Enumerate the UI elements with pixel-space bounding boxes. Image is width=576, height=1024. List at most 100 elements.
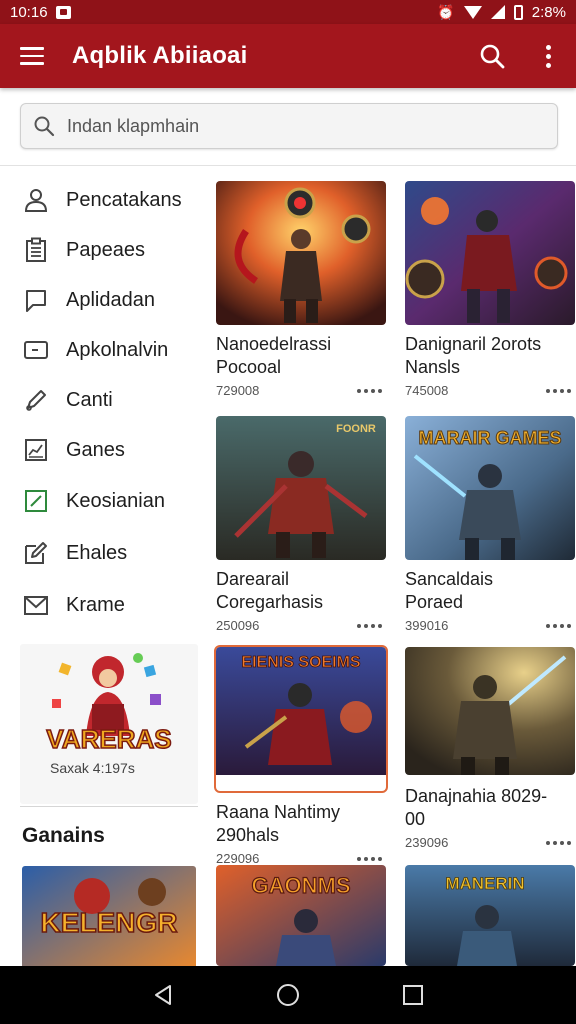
sidebar-item-label: Krame [66, 593, 125, 616]
menu-button[interactable] [0, 24, 64, 88]
promo-label: Saxak 4:197s [50, 760, 135, 776]
signal-icon [490, 5, 505, 19]
sidebar-item-5[interactable]: Ganes [0, 425, 206, 475]
sidebar-item-label: Aplidadan [66, 288, 155, 311]
app-bar: Aqblik Abiiaoai [0, 24, 576, 88]
hamburger-icon [20, 47, 44, 50]
search-box[interactable] [20, 103, 558, 149]
game-size: 239096 [405, 835, 449, 850]
sidebar-item-4[interactable]: Canti [0, 375, 206, 425]
game-card[interactable]: GAONMS [216, 865, 386, 966]
system-nav-bar [0, 966, 576, 1024]
mail-icon [22, 591, 50, 619]
more-options-icon[interactable] [357, 623, 382, 628]
back-icon [154, 985, 171, 1005]
game-size: 745008 [405, 383, 449, 398]
game-size: 399016 [405, 618, 449, 633]
game-thumbnail[interactable]: EIENIS SOEIMS [214, 645, 388, 793]
sidebar-item-label: Canti [66, 388, 113, 411]
thumbnail-banner-text: MARAIR GAMES [419, 428, 562, 448]
game-title: Nanoedelrassi Pocooal [216, 334, 332, 377]
edit-icon [22, 539, 50, 567]
game-card[interactable]: FOONR Darearail Coregarhasis 250096 [216, 416, 386, 633]
promo-card[interactable]: VARERAS Saxak 4:197s [20, 644, 198, 804]
game-thumbnail[interactable]: MANERIN [405, 865, 575, 966]
game-size: 729008 [216, 383, 260, 398]
game-title: Danignaril 2orots Nansls [405, 334, 542, 377]
window-icon [22, 336, 50, 364]
thumbnail-banner-text: GAONMS [252, 873, 351, 898]
overflow-menu-button[interactable] [520, 24, 576, 88]
more-options-icon[interactable] [546, 388, 571, 393]
home-icon [276, 984, 299, 1006]
clipboard-icon [22, 236, 50, 264]
sidebar-item-label: Keosianian [66, 489, 165, 512]
battery-icon [513, 4, 523, 20]
sidebar-item-label: Papeaes [66, 238, 145, 261]
sidebar-item-0[interactable]: Pencatakans [0, 175, 206, 225]
more-options-icon[interactable] [546, 623, 571, 628]
game-card[interactable]: MARAIR GAMES Sancaldais Poraed 399016 [405, 416, 575, 633]
sidebar-item-6[interactable]: Keosianian [0, 476, 206, 526]
divider [20, 806, 198, 807]
game-title: Raana Nahtimy 290hals [216, 802, 341, 845]
checkbox-icon [22, 487, 50, 515]
more-options-icon[interactable] [357, 388, 382, 393]
status-time: 10:16 [10, 3, 48, 21]
person-icon [22, 186, 50, 214]
status-bar: 10:16 ⏰ 2:8% [0, 0, 576, 24]
battery-level: 2:8% [531, 3, 566, 21]
search-icon [34, 116, 55, 137]
featured-banner-text: KELENGR [41, 907, 178, 938]
search-section [0, 88, 576, 166]
game-card[interactable]: MANERIN [405, 865, 575, 966]
game-size: 229096 [216, 851, 260, 866]
search-icon [480, 44, 505, 69]
featured-game-thumbnail[interactable]: KELENGR [22, 866, 196, 976]
chart-icon [22, 436, 50, 464]
sidebar-item-3[interactable]: Apkolnalvin [0, 325, 206, 375]
sidebar-item-label: Ehales [66, 541, 128, 564]
app-title: Aqblik Abiiaoai [72, 42, 248, 69]
game-card[interactable]: Danignaril 2orots Nansls 745008 [405, 181, 575, 398]
promo-artwork: VARERAS [46, 653, 172, 754]
bookmark-icon [22, 286, 50, 314]
game-thumbnail[interactable]: FOONR [216, 416, 386, 560]
search-button[interactable] [464, 24, 520, 88]
section-title: Ganains [22, 824, 105, 847]
game-title: Sancaldais Poraed [405, 569, 494, 612]
sidebar-item-label: Pencatakans [66, 188, 182, 211]
wifi-icon [463, 5, 482, 19]
sidebar-item-label: Ganes [66, 438, 125, 461]
thumbnail-banner-text: MANERIN [445, 874, 524, 893]
thumbnail-banner-text: EIENIS SOEIMS [241, 654, 360, 671]
game-card[interactable]: EIENIS SOEIMS Raana Nahtimy 290hals 2290… [214, 645, 388, 866]
pencil-icon [22, 386, 50, 414]
search-input[interactable] [67, 115, 547, 137]
game-card[interactable]: Nanoedelrassi Pocooal 729008 [216, 181, 386, 398]
thumbnail-banner-text: FOONR [336, 423, 376, 435]
home-button[interactable] [264, 971, 312, 1019]
game-size: 250096 [216, 618, 260, 633]
sidebar: Pencatakans Papeaes Aplidadan Apkolnalvi… [0, 166, 206, 976]
game-thumbnail[interactable] [405, 647, 575, 775]
sidebar-item-7[interactable]: Ehales [0, 528, 206, 578]
sidebar-item-2[interactable]: Aplidadan [0, 275, 206, 325]
recents-icon [403, 985, 424, 1005]
game-thumbnail[interactable] [216, 181, 386, 325]
game-thumbnail[interactable]: MARAIR GAMES [405, 416, 575, 560]
sidebar-item-1[interactable]: Papeaes [0, 225, 206, 275]
game-thumbnail[interactable]: GAONMS [216, 865, 386, 966]
promo-banner-text: VARERAS [46, 724, 171, 754]
game-thumbnail[interactable] [405, 181, 575, 325]
notification-icon [55, 5, 71, 19]
back-button[interactable] [139, 971, 187, 1019]
more-vert-icon [545, 44, 551, 68]
sidebar-item-8[interactable]: Krame [0, 580, 206, 630]
more-options-icon[interactable] [357, 856, 382, 861]
alarm-icon: ⏰ [437, 4, 455, 20]
game-title: Darearail Coregarhasis [216, 569, 324, 612]
recents-button[interactable] [389, 971, 437, 1019]
more-options-icon[interactable] [546, 840, 571, 845]
game-card[interactable]: Danajnahia 8029-00 239096 [405, 647, 575, 850]
